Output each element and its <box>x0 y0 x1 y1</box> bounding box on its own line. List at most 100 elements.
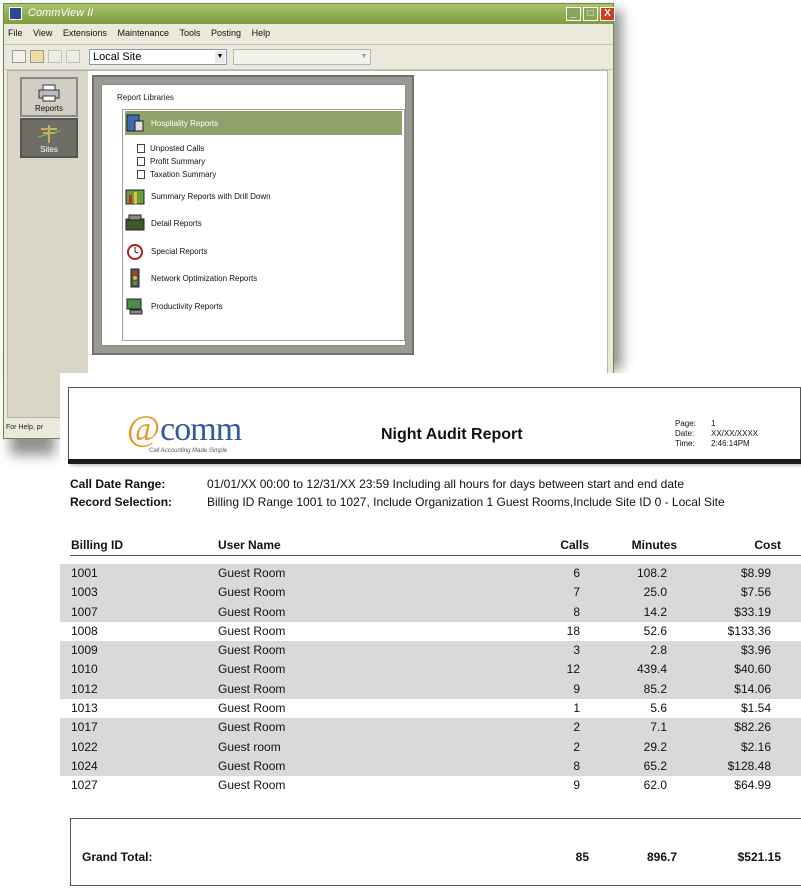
delete-icon[interactable] <box>66 50 80 63</box>
menu-tools[interactable]: Tools <box>176 25 205 38</box>
table-row: 1007 Guest Room 8 14.2 $33.19 <box>60 602 801 622</box>
copy-icon[interactable] <box>48 50 62 63</box>
minutes-cell: 5.6 <box>650 701 667 716</box>
comm-logo: @comm Call Accounting Made Simple <box>127 410 242 454</box>
table-row: 1012 Guest Room 9 85.2 $14.06 <box>60 679 801 700</box>
user-name-cell: Guest Room <box>218 701 286 716</box>
table-row: 1009 Guest Room 3 2.8 $3.96 <box>60 641 801 661</box>
nav-sites-label: Sites <box>40 145 58 154</box>
calls-cell: 2 <box>573 739 580 754</box>
menu-view[interactable]: View <box>29 25 56 38</box>
nav-reports-button[interactable]: Reports <box>20 77 78 117</box>
chevron-down-icon[interactable]: ▼ <box>359 51 369 63</box>
call-date-label: Call Date Range: <box>70 477 166 491</box>
billing-id-cell: 1012 <box>71 681 98 696</box>
menu-help[interactable]: Help <box>248 25 275 38</box>
title-bar[interactable]: CommView II _ □ X <box>4 4 615 24</box>
nav-sites-button[interactable]: Sites <box>20 118 78 158</box>
report-title: Night Audit Report <box>381 426 523 443</box>
table-row: 1013 Guest Room 1 5.6 $1.54 <box>60 699 801 718</box>
user-name-cell: Guest Room <box>218 758 286 773</box>
menu-maintenance[interactable]: Maintenance <box>113 25 173 38</box>
menu-posting[interactable]: Posting <box>207 25 245 38</box>
report-criteria: Call Date Range: 01/01/XX 00:00 to 12/31/… <box>70 477 725 513</box>
open-icon[interactable] <box>30 50 44 63</box>
user-name-cell: Guest Room <box>218 623 286 638</box>
user-name-cell: Guest Room <box>218 778 286 793</box>
minutes-cell: 65.2 <box>643 758 667 773</box>
page-value: 1 <box>711 419 716 428</box>
library-label: Special Reports <box>151 246 208 256</box>
cost-cell: $64.99 <box>734 778 771 793</box>
app-icon[interactable] <box>9 7 22 20</box>
nav-sidebar: Reports Sites <box>8 71 88 417</box>
user-name-cell: Guest Room <box>218 566 286 580</box>
billing-id-cell: 1022 <box>71 739 98 754</box>
billing-id-cell: 1013 <box>71 701 98 716</box>
report-icon <box>137 169 145 179</box>
table-row: 1003 Guest Room 7 25.0 $7.56 <box>60 583 801 603</box>
maximize-button[interactable]: □ <box>583 7 598 21</box>
cost-cell: $2.16 <box>740 739 771 754</box>
close-button[interactable]: X <box>600 7 615 21</box>
billing-id-cell: 1027 <box>71 778 98 793</box>
report-unposted-calls[interactable]: Unposted Calls <box>137 142 204 154</box>
site-dropdown-value: Local Site <box>93 51 142 63</box>
telephone-pole-icon <box>38 125 60 143</box>
hospitality-icon <box>126 114 144 132</box>
library-special-reports[interactable]: Special Reports <box>125 239 207 263</box>
site-dropdown[interactable]: Local Site ▼ <box>89 49 227 65</box>
library-label: Network Optimization Reports <box>151 273 258 283</box>
page-label: Page: <box>675 419 696 428</box>
calls-cell: 9 <box>573 681 580 696</box>
library-label: Summary Reports with Drill Down <box>151 191 271 201</box>
grand-total-box: Grand Total: 85 896.7 $521.15 <box>70 818 801 886</box>
status-bar: For Help, pr <box>6 424 43 431</box>
secondary-dropdown[interactable]: ▼ <box>233 49 371 65</box>
report-libraries-panel: Report Libraries Hospitality Reports Unp… <box>92 75 414 355</box>
minutes-cell: 439.4 <box>636 662 667 677</box>
computer-icon <box>126 298 143 315</box>
report-icon <box>137 156 145 166</box>
minimize-button[interactable]: _ <box>566 7 581 21</box>
logo-tagline: Call Accounting Made Simple <box>149 448 228 454</box>
library-summary-reports[interactable]: Summary Reports with Drill Down <box>125 184 271 208</box>
minutes-cell: 108.2 <box>636 566 667 580</box>
menu-extensions[interactable]: Extensions <box>59 25 111 38</box>
billing-id-cell: 1010 <box>71 662 98 677</box>
main-area: Reports Sites Report Libraries Hospitali… <box>7 70 608 418</box>
night-audit-report: @comm Call Accounting Made Simple Night … <box>60 373 801 888</box>
chevron-down-icon[interactable]: ▼ <box>215 51 225 63</box>
library-network-optimization[interactable]: Network Optimization Reports <box>125 266 257 290</box>
grand-total-calls: 85 <box>575 850 589 864</box>
user-name-cell: Guest Room <box>218 662 286 677</box>
user-name-cell: Guest room <box>218 739 281 754</box>
cash-register-icon <box>125 214 145 231</box>
new-icon[interactable] <box>12 50 26 63</box>
report-taxation-summary[interactable]: Taxation Summary <box>137 168 216 180</box>
billing-id-cell: 1001 <box>71 566 98 580</box>
table-header: Billing ID User Name Calls Minutes Cost <box>70 537 801 556</box>
calls-cell: 6 <box>573 566 580 580</box>
library-productivity-reports[interactable]: Productivity Reports <box>125 294 223 318</box>
time-value: 2:46:14PM <box>711 439 750 448</box>
report-profit-summary[interactable]: Profit Summary <box>137 155 205 167</box>
table-row: 1010 Guest Room 12 439.4 $40.60 <box>60 660 801 680</box>
menu-file[interactable]: File <box>4 25 27 38</box>
billing-id-cell: 1003 <box>71 585 98 600</box>
minutes-cell: 85.2 <box>643 681 667 696</box>
nav-reports-label: Reports <box>34 104 63 113</box>
table-row: 1017 Guest Room 2 7.1 $82.26 <box>60 718 801 738</box>
report-header: @comm Call Accounting Made Simple Night … <box>68 387 801 462</box>
cost-cell: $133.36 <box>727 623 771 638</box>
cost-cell: $14.06 <box>734 681 771 696</box>
minutes-cell: 25.0 <box>643 585 667 600</box>
library-detail-reports[interactable]: Detail Reports <box>125 211 202 235</box>
user-name-cell: Guest Room <box>218 681 286 696</box>
library-hospitality-reports[interactable]: Hospitality Reports <box>125 111 402 135</box>
minutes-cell: 7.1 <box>650 720 667 735</box>
billing-id-cell: 1017 <box>71 720 98 735</box>
billing-id-cell: 1024 <box>71 758 98 773</box>
table-row: 1001 Guest Room 6 108.2 $8.99 <box>60 564 801 584</box>
window-title: CommView II <box>28 7 94 19</box>
